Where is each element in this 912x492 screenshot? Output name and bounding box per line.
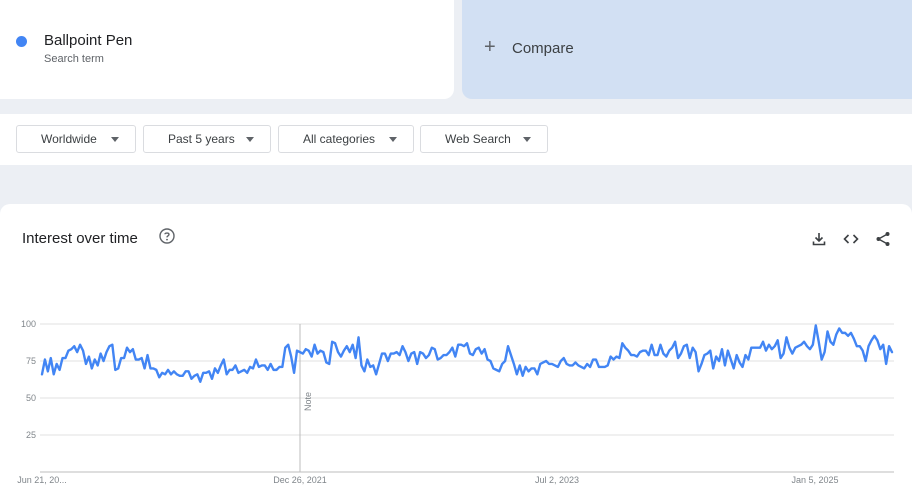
search-term-card[interactable]: Ballpoint Pen Search term	[0, 0, 454, 99]
series-color-dot	[16, 36, 27, 47]
search-term-subtitle: Search term	[44, 53, 104, 65]
filter-search-type-label: Web Search	[445, 132, 511, 146]
x-tick-label: Jun 21, 20...	[17, 475, 67, 485]
download-icon[interactable]	[811, 231, 827, 247]
help-icon[interactable]	[159, 228, 175, 244]
filter-category[interactable]: All categories	[278, 125, 414, 153]
filter-bar: Worldwide Past 5 years All categories We…	[0, 114, 912, 165]
y-tick-label: 25	[26, 430, 36, 440]
series-line	[40, 324, 894, 383]
filter-search-type[interactable]: Web Search	[420, 125, 548, 153]
y-tick-label: 75	[26, 356, 36, 366]
filter-time-range[interactable]: Past 5 years	[143, 125, 271, 153]
filter-time-range-label: Past 5 years	[168, 132, 235, 146]
compare-label: Compare	[512, 40, 574, 57]
embed-icon[interactable]	[843, 231, 859, 247]
caret-down-icon	[111, 137, 119, 142]
line-chart: 100 75 50 25 Jun 21, 20... Dec 26, 2021 Jul 2,…	[17, 319, 894, 485]
x-tick-label: Dec 26, 2021	[273, 475, 327, 485]
caret-down-icon	[389, 137, 397, 142]
compare-button[interactable]: + Compare	[462, 0, 912, 99]
y-tick-label: 50	[26, 393, 36, 403]
chart-title: Interest over time	[22, 230, 138, 247]
y-tick-label: 100	[21, 319, 36, 329]
filter-location[interactable]: Worldwide	[16, 125, 136, 153]
x-tick-label: Jul 2, 2023	[535, 475, 579, 485]
plus-icon: +	[484, 36, 496, 58]
caret-down-icon	[246, 137, 254, 142]
filter-category-label: All categories	[303, 132, 376, 146]
share-icon[interactable]	[875, 231, 891, 247]
interest-over-time-card: Interest over time 100 75 50 25 Jun 21, 20..…	[0, 204, 912, 492]
caret-down-icon	[523, 137, 531, 142]
note-label: Note	[303, 392, 313, 411]
x-tick-label: Jan 5, 2025	[791, 475, 838, 485]
filter-location-label: Worldwide	[41, 132, 97, 146]
search-term-name[interactable]: Ballpoint Pen	[44, 32, 132, 49]
